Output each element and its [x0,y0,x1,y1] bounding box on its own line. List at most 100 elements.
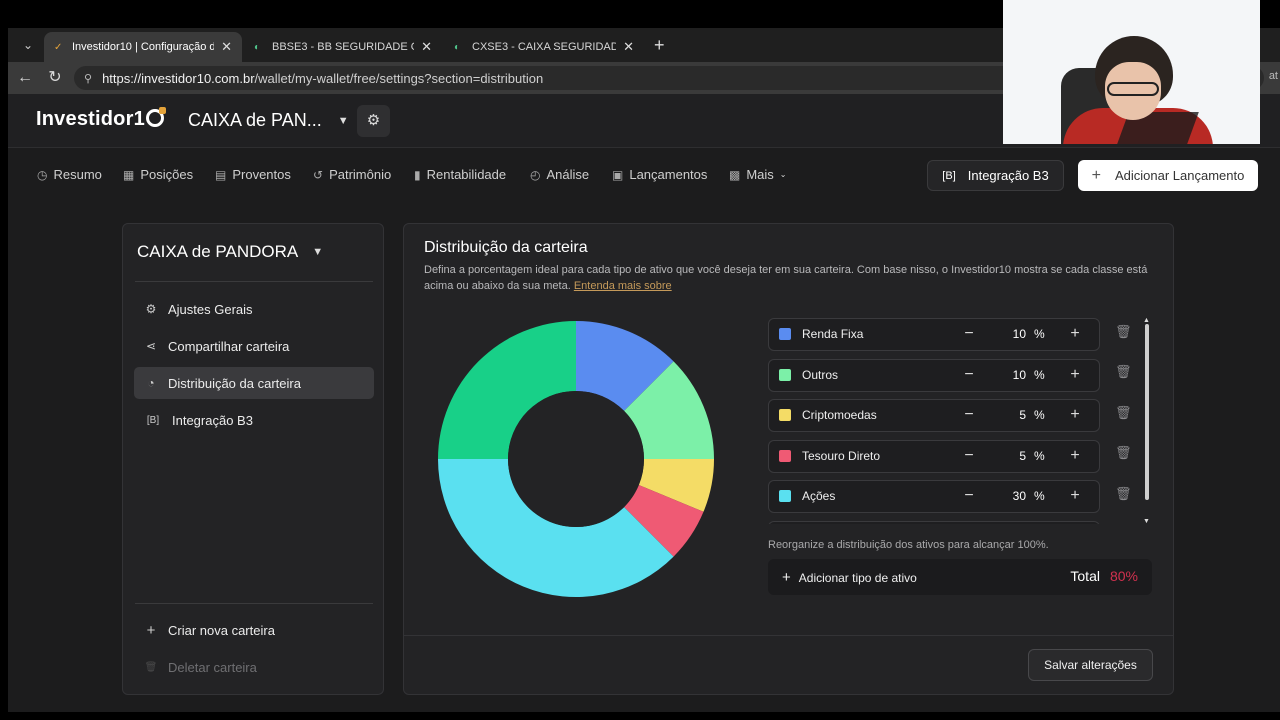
delete-trash-icon[interactable]: 🗑 [1115,445,1132,462]
donut-hole [508,391,644,527]
close-tab-icon[interactable]: ✕ [221,39,232,55]
back-arrow-icon[interactable]: ← [14,68,36,88]
decrease-button[interactable]: − [958,445,980,467]
sidebar-item-distribuicao[interactable]: ◔ Distribuição da carteira [134,367,374,399]
deletar-carteira-button[interactable]: 🗑 Deletar carteira [134,651,374,683]
tab-search-icon[interactable]: ⌄ [16,34,40,56]
chevron-down-icon: ▼ [337,114,349,127]
integracao-b3-button[interactable]: [B] Integração B3 [927,160,1064,191]
site-info-icon[interactable]: ⚲ [84,72,92,85]
button-label: Integração B3 [967,168,1049,183]
decrease-button[interactable]: − [958,364,980,386]
sidebar-item-label: Deletar carteira [168,659,257,675]
delete-trash-icon[interactable]: 🗑 [1115,364,1132,381]
toolbar-overflow-text: at [1268,70,1278,82]
decrease-button[interactable]: − [958,404,980,426]
allocation-row: Renda Fixa − 10 % + [768,318,1102,352]
posicoes-icon: ▦ [123,167,135,182]
sidebar-item-label: Integração B3 [172,412,253,428]
close-tab-icon[interactable]: ✕ [623,39,634,55]
menu-mais[interactable]: ▩ Mais ⌄ [729,167,787,182]
menu-patrimonio[interactable]: ↺ Patrimônio [313,167,391,182]
wallet-settings-gear-icon[interactable]: ⚙ [357,105,390,137]
logo-text: Investidor1 [36,108,145,130]
delete-trash-icon[interactable]: 🗑 [1115,324,1132,341]
learn-more-link[interactable]: Entenda mais sobre [574,280,672,292]
button-label: Adicionar tipo de ativo [798,570,917,585]
browser-tab-3[interactable]: ◐ CXSE3 - CAIXA SEGURIDADE PARTICIPAÇÕES… [444,32,644,62]
analise-icon: ◴ [530,167,541,182]
menu-rentabilidade[interactable]: ▮ Rentabilidade [414,167,506,182]
panel-description: Defina a porcentagem ideal para cada tip… [424,262,1159,294]
investidor10-logo[interactable]: Investidor1 [36,107,166,131]
stock-favicon-icon: ◐ [254,41,261,53]
url-path: /wallet/my-wallet/free/settings?section=… [254,70,544,86]
b3-icon: [B] [146,414,160,426]
sidebar-item-integracao-b3[interactable]: [B] Integração B3 [134,404,374,436]
browser-tab-1[interactable]: ✓ Investidor10 | Configuração da carteir… [44,32,242,62]
share-icon: ⋖ [145,339,157,353]
footer-divider [404,635,1173,636]
total-value: 80% [1109,568,1138,584]
sidebar-wallet-selector[interactable]: CAIXA de PANDORA ▼ [137,242,323,262]
add-asset-type-button[interactable]: + Adicionar tipo de ativo [782,569,917,586]
increase-button[interactable]: + [1064,485,1086,507]
delete-trash-icon[interactable]: 🗑 [1115,405,1132,422]
sidebar-item-label: Distribuição da carteira [168,375,301,391]
percentage-input[interactable]: 10 [994,368,1026,382]
close-tab-icon[interactable]: ✕ [421,39,432,55]
menu-proventos[interactable]: ▤ Proventos [215,167,291,182]
decrease-button[interactable]: − [958,323,980,345]
criar-nova-carteira-button[interactable]: + Criar nova carteira [134,614,374,646]
plus-icon: + [1091,166,1101,184]
asset-type-label: Renda Fixa [802,327,864,341]
increase-button[interactable]: + [1064,445,1086,467]
menu-label: Rentabilidade [426,167,507,182]
menu-lancamentos[interactable]: ▣ Lançamentos [612,167,707,182]
menu-resumo[interactable]: ◷ Resumo [37,167,102,182]
adicionar-lancamento-button[interactable]: + Adicionar Lançamento [1078,160,1258,191]
main-menu: ◷ Resumo ▦ Posições ▤ Proventos ↺ Patrimônio… [8,149,1280,201]
new-tab-button[interactable]: + [654,34,665,56]
percentage-input[interactable]: 30 [994,489,1026,503]
menu-label: Resumo [53,167,102,182]
chevron-down-icon: ⌄ [779,170,787,179]
color-swatch[interactable] [779,490,791,502]
scroll-down-arrow-icon[interactable]: ▼ [1143,518,1150,525]
percentage-input[interactable]: 10 [994,327,1026,341]
investidor10-favicon-icon: ✓ [54,41,63,53]
asset-type-label: Criptomoedas [802,408,877,422]
plus-icon: + [146,621,156,639]
percentage-input[interactable]: 5 [994,408,1026,422]
wallet-selector[interactable]: CAIXA de PAN... ▼ [188,110,349,131]
menu-label: Proventos [232,167,291,182]
color-swatch[interactable] [779,328,791,340]
browser-tab-2[interactable]: ◐ BBSE3 - BB SEGURIDADE ON: cotação ✕ [244,32,442,62]
distribution-panel: Distribuição da carteira Defina a porcen… [403,223,1174,695]
url-host: https://investidor10.com.br [102,70,255,86]
scroll-up-arrow-icon[interactable]: ▲ [1143,317,1150,324]
list-scrollbar[interactable] [1145,324,1149,500]
save-changes-button[interactable]: Salvar alterações [1028,649,1153,681]
color-swatch[interactable] [779,409,791,421]
decrease-button[interactable]: − [958,485,980,507]
button-label: Adicionar Lançamento [1114,168,1245,183]
asset-type-label: Ações [802,489,836,503]
percent-sign: % [1034,327,1045,341]
sidebar-item-ajustes-gerais[interactable]: ⚙ Ajustes Gerais [134,293,374,325]
menu-analise[interactable]: ◴ Análise [530,167,589,182]
menu-posicoes[interactable]: ▦ Posições [123,167,193,182]
app: Investidor1 CAIXA de PAN... ▼ ⚙ ◷ Resumo … [8,94,1280,712]
trash-icon: 🗑 [144,661,158,673]
color-swatch[interactable] [779,449,791,462]
percent-sign: % [1034,367,1045,382]
percent-sign: % [1034,408,1045,422]
percentage-input[interactable]: 5 [994,449,1026,463]
delete-trash-icon[interactable]: 🗑 [1115,486,1132,503]
reload-icon[interactable]: ↻ [44,68,66,88]
color-swatch[interactable] [779,368,791,381]
sidebar-item-compartilhar[interactable]: ⋖ Compartilhar carteira [134,330,374,362]
increase-button[interactable]: + [1064,364,1086,386]
increase-button[interactable]: + [1064,323,1086,345]
increase-button[interactable]: + [1064,404,1086,426]
